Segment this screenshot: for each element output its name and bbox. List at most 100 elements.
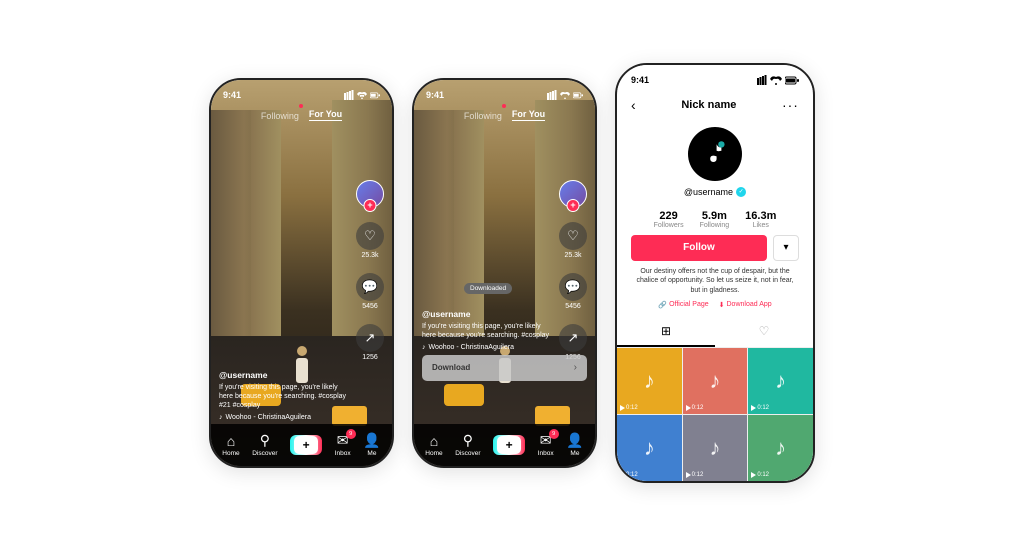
right-icons-2: + ♡ 25.3k 💬 5456 ↗ 1256 [559, 180, 587, 361]
discover-icon-2[interactable]: ⚲ [463, 432, 473, 449]
status-icons [344, 90, 380, 100]
nav-add-2[interactable]: + [493, 435, 525, 455]
nav-discover[interactable]: ⚲ Discover [252, 432, 277, 457]
nav-home-2[interactable]: ⌂ Home [425, 433, 442, 457]
bottom-nav: ⌂ Home ⚲ Discover + ✉ 9 Inbox [211, 424, 392, 466]
download-arrow-icon[interactable]: › [574, 362, 577, 373]
follow-plus-icon-2[interactable]: + [567, 199, 580, 212]
back-button[interactable]: ‹ [631, 97, 636, 113]
official-page-link[interactable]: 🔗 Official Page [658, 301, 708, 309]
like-count: 25.3k [361, 252, 378, 259]
tab-videos[interactable]: ⊞ [617, 317, 715, 347]
tiktok-header: Following For You [211, 106, 392, 124]
comment-icon-group-2[interactable]: 💬 5456 [559, 273, 587, 310]
profile-stats: 229 Followers 5.9m Following 16.3m Likes [617, 210, 813, 229]
home-icon-2[interactable]: ⌂ [430, 433, 438, 449]
link-icon: 🔗 [658, 301, 667, 309]
following-tab-2[interactable]: Following [464, 111, 502, 121]
phone-3-profile: 9:41 ‹ Nick name ··· @username ✓ [615, 63, 815, 483]
profile-avatar-section: @username ✓ [617, 119, 813, 204]
share-icon[interactable]: ↗ [356, 324, 384, 352]
profile-nickname: Nick name [681, 99, 736, 111]
download-app-label[interactable]: Download App [727, 301, 772, 308]
followers-stat: 229 Followers [654, 210, 684, 229]
likes-count: 16.3m [745, 210, 776, 222]
add-button[interactable]: + [290, 435, 322, 455]
like-icon-group-2[interactable]: ♡ 25.3k [559, 222, 587, 259]
grid-item-4[interactable]: ♪ 0:12 [617, 415, 682, 481]
video-music: ♪ Woohoo - ChristinaAguilera [219, 414, 347, 421]
phone-2: 9:41 Following For You + [412, 78, 597, 468]
status-icons-2 [547, 90, 583, 100]
official-page-label[interactable]: Official Page [669, 301, 709, 308]
profile-header-bar: ‹ Nick name ··· [617, 91, 813, 119]
like-icon-group[interactable]: ♡ 25.3k [356, 222, 384, 259]
creator-avatar[interactable]: + [356, 180, 384, 208]
like-icon-2[interactable]: ♡ [559, 222, 587, 250]
grid-tiktok-logo-1: ♪ [644, 368, 655, 394]
discover-icon[interactable]: ⚲ [260, 432, 270, 449]
inbox-label: Inbox [335, 450, 351, 457]
creator-avatar-group-2[interactable]: + [559, 180, 587, 208]
comment-icon-group[interactable]: 💬 5456 [356, 273, 384, 310]
follow-button[interactable]: Follow [631, 235, 767, 261]
nav-me-2[interactable]: 👤 Me [566, 432, 583, 457]
for-you-tab-2[interactable]: For You [512, 109, 545, 121]
nav-home[interactable]: ⌂ Home [222, 433, 239, 457]
like-icon[interactable]: ♡ [356, 222, 384, 250]
creator-avatar-group[interactable]: + [356, 180, 384, 208]
download-label[interactable]: Download [432, 363, 470, 372]
status-bar: 9:41 [211, 80, 392, 106]
grid-tiktok-logo-6: ♪ [775, 435, 786, 461]
following-count: 5.9m [702, 210, 727, 222]
home-label-2: Home [425, 450, 442, 457]
download-bar[interactable]: Download › [422, 355, 587, 381]
following-tab[interactable]: Following [261, 111, 299, 121]
comment-icon[interactable]: 💬 [356, 273, 384, 301]
follow-more-button[interactable]: ▾ [773, 235, 799, 261]
nav-inbox-2[interactable]: ✉ 9 Inbox [538, 432, 554, 457]
profile-avatar [688, 127, 742, 181]
grid-duration-3: 0:12 [751, 405, 769, 411]
grid-tiktok-logo-3: ♪ [775, 368, 786, 394]
bottom-text: @username If you're visiting this page, … [219, 370, 347, 420]
follow-plus-icon[interactable]: + [364, 199, 377, 212]
following-label: Following [700, 222, 730, 229]
downloaded-badge: Downloaded [464, 283, 512, 294]
following-tab-wrapper-2[interactable]: Following [464, 106, 502, 124]
nav-discover-2[interactable]: ⚲ Discover [455, 432, 480, 457]
creator-avatar-2[interactable]: + [559, 180, 587, 208]
inbox-badge-2: 9 [549, 429, 559, 439]
grid-item-3[interactable]: ♪ 0:12 [748, 348, 813, 414]
phone-1: 9:41 Following For You + [209, 78, 394, 468]
profile-bio: Our destiny offers not the cup of despai… [617, 267, 813, 296]
nav-me[interactable]: 👤 Me [363, 432, 380, 457]
share-icon-2[interactable]: ↗ [559, 324, 587, 352]
more-options-button[interactable]: ··· [782, 97, 799, 113]
share-count: 1256 [362, 354, 378, 361]
tab-liked[interactable]: ♡ [715, 317, 813, 347]
home-icon[interactable]: ⌂ [227, 433, 235, 449]
grid-tiktok-logo-4: ♪ [644, 435, 655, 461]
inbox-badge: 9 [346, 429, 356, 439]
grid-item-2[interactable]: ♪ 0:12 [683, 348, 748, 414]
nav-inbox[interactable]: ✉ 9 Inbox [335, 432, 351, 457]
time-display: 9:41 [223, 90, 241, 100]
me-icon[interactable]: 👤 [363, 432, 380, 449]
grid-item-1[interactable]: ♪ 0:12 [617, 348, 682, 414]
right-icons: + ♡ 25.3k 💬 5456 ↗ 1256 [356, 180, 384, 361]
grid-item-6[interactable]: ♪ 0:12 [748, 415, 813, 481]
bottom-nav-2: ⌂ Home ⚲ Discover + ✉ 9 Inbox [414, 424, 595, 466]
me-icon-2[interactable]: 👤 [566, 432, 583, 449]
like-count-2: 25.3k [564, 252, 581, 259]
add-button-2[interactable]: + [493, 435, 525, 455]
following-tab-wrapper[interactable]: Following [261, 106, 299, 124]
grid-item-5[interactable]: ♪ 0:12 [683, 415, 748, 481]
nav-add[interactable]: + [290, 435, 322, 455]
for-you-tab[interactable]: For You [309, 109, 342, 121]
inbox-label-2: Inbox [538, 450, 554, 457]
share-icon-group[interactable]: ↗ 1256 [356, 324, 384, 361]
download-app-link[interactable]: ⬇ Download App [719, 301, 772, 309]
profile-video-grid: ♪ 0:12 ♪ 0:12 ♪ 0:12 ♪ 0:12 [617, 348, 813, 481]
comment-icon-2[interactable]: 💬 [559, 273, 587, 301]
